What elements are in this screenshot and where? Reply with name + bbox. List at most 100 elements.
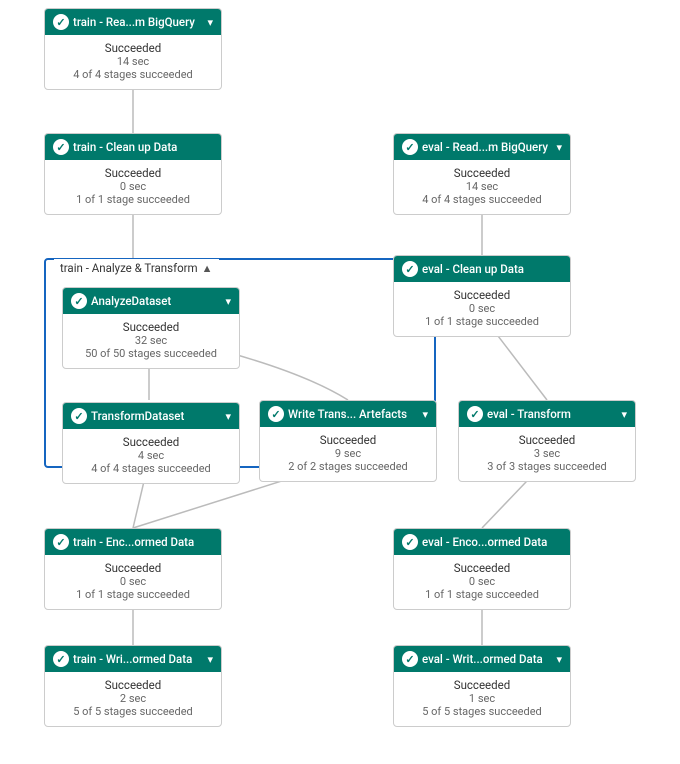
node-body: Succeeded 0 sec 1 of 1 stage succeeded: [394, 555, 570, 609]
node-train-read-bigquery[interactable]: ✓ train - Rea...m BigQuery ▾ Succeeded 1…: [44, 8, 222, 90]
node-stages: 1 of 1 stage succeeded: [402, 315, 562, 328]
node-eval-transform[interactable]: ✓ eval - Transform ▾ Succeeded 3 sec 3 o…: [458, 400, 636, 482]
node-eval-enc-data[interactable]: ✓ eval - Enco...ormed Data Succeeded 0 s…: [393, 528, 571, 610]
check-icon: ✓: [467, 406, 483, 422]
node-status: Succeeded: [53, 166, 213, 180]
node-body: Succeeded 0 sec 1 of 1 stage succeeded: [45, 160, 221, 214]
node-time: 1 sec: [402, 692, 562, 705]
node-stages: 4 of 4 stages succeeded: [71, 462, 231, 475]
node-header-eval-writ-data: ✓ eval - Writ...ormed Data ▾: [394, 646, 570, 672]
node-stages: 2 of 2 stages succeeded: [268, 460, 428, 473]
node-status: Succeeded: [402, 678, 562, 692]
node-time: 14 sec: [53, 55, 213, 68]
node-title: eval - Read...m BigQuery: [422, 140, 552, 154]
node-title: Write Trans... Artefacts: [288, 407, 418, 421]
node-body: Succeeded 2 sec 5 of 5 stages succeeded: [45, 672, 221, 726]
check-icon: ✓: [268, 406, 284, 422]
node-header-eval-cleanup: ✓ eval - Clean up Data: [394, 256, 570, 282]
node-status: Succeeded: [402, 561, 562, 575]
node-header-train-wri-data: ✓ train - Wri...ormed Data ▾: [45, 646, 221, 672]
chevron-down-icon[interactable]: ▾: [207, 653, 213, 666]
node-time: 4 sec: [71, 449, 231, 462]
node-title: eval - Enco...ormed Data: [422, 535, 562, 549]
node-stages: 5 of 5 stages succeeded: [402, 705, 562, 718]
node-stages: 3 of 3 stages succeeded: [467, 460, 627, 473]
node-time: 9 sec: [268, 447, 428, 460]
node-eval-cleanup[interactable]: ✓ eval - Clean up Data Succeeded 0 sec 1…: [393, 255, 571, 337]
check-icon: ✓: [71, 408, 87, 424]
node-title: eval - Clean up Data: [422, 262, 562, 276]
check-icon: ✓: [402, 139, 418, 155]
node-title: train - Enc...ormed Data: [73, 535, 213, 549]
check-icon: ✓: [53, 139, 69, 155]
node-body: Succeeded 0 sec 1 of 1 stage succeeded: [394, 282, 570, 336]
node-body: Succeeded 14 sec 4 of 4 stages succeeded: [394, 160, 570, 214]
check-icon: ✓: [53, 651, 69, 667]
node-title: eval - Transform: [487, 407, 617, 421]
node-time: 0 sec: [402, 302, 562, 315]
node-header-eval-enc-data: ✓ eval - Enco...ormed Data: [394, 529, 570, 555]
node-status: Succeeded: [467, 433, 627, 447]
group-label[interactable]: train - Analyze & Transform ▲: [54, 259, 219, 277]
node-time: 0 sec: [53, 180, 213, 193]
node-status: Succeeded: [53, 561, 213, 575]
node-body: Succeeded 3 sec 3 of 3 stages succeeded: [459, 427, 635, 481]
node-stages: 1 of 1 stage succeeded: [53, 193, 213, 206]
node-time: 32 sec: [71, 334, 231, 347]
chevron-down-icon[interactable]: ▾: [225, 295, 231, 308]
node-status: Succeeded: [71, 320, 231, 334]
node-title: train - Rea...m BigQuery: [73, 15, 203, 29]
node-status: Succeeded: [402, 166, 562, 180]
node-eval-read-bigquery[interactable]: ✓ eval - Read...m BigQuery ▾ Succeeded 1…: [393, 133, 571, 215]
node-train-wri-data[interactable]: ✓ train - Wri...ormed Data ▾ Succeeded 2…: [44, 645, 222, 727]
node-status: Succeeded: [53, 41, 213, 55]
node-header-train-cleanup: ✓ train - Clean up Data: [45, 134, 221, 160]
node-title: AnalyzeDataset: [91, 294, 221, 308]
node-header-train-enc-data: ✓ train - Enc...ormed Data: [45, 529, 221, 555]
node-body: Succeeded 1 sec 5 of 5 stages succeeded: [394, 672, 570, 726]
node-status: Succeeded: [71, 435, 231, 449]
node-status: Succeeded: [402, 288, 562, 302]
node-header-transform-dataset: ✓ TransformDataset ▾: [63, 403, 239, 429]
check-icon: ✓: [53, 534, 69, 550]
node-header-analyze-dataset: ✓ AnalyzeDataset ▾: [63, 288, 239, 314]
node-title: train - Clean up Data: [73, 140, 213, 154]
node-header-write-trans-artefacts: ✓ Write Trans... Artefacts ▾: [260, 401, 436, 427]
chevron-down-icon[interactable]: ▾: [225, 410, 231, 423]
node-transform-dataset[interactable]: ✓ TransformDataset ▾ Succeeded 4 sec 4 o…: [62, 402, 240, 484]
check-icon: ✓: [53, 14, 69, 30]
node-header-eval-transform: ✓ eval - Transform ▾: [459, 401, 635, 427]
chevron-down-icon[interactable]: ▾: [556, 141, 562, 154]
node-body: Succeeded 9 sec 2 of 2 stages succeeded: [260, 427, 436, 481]
node-train-cleanup[interactable]: ✓ train - Clean up Data Succeeded 0 sec …: [44, 133, 222, 215]
node-time: 0 sec: [402, 575, 562, 588]
check-icon: ✓: [402, 261, 418, 277]
node-eval-writ-data[interactable]: ✓ eval - Writ...ormed Data ▾ Succeeded 1…: [393, 645, 571, 727]
node-header-train-read-bigquery: ✓ train - Rea...m BigQuery ▾: [45, 9, 221, 35]
node-title: train - Wri...ormed Data: [73, 652, 203, 666]
node-body: Succeeded 4 sec 4 of 4 stages succeeded: [63, 429, 239, 483]
node-stages: 50 of 50 stages succeeded: [71, 347, 231, 360]
node-stages: 1 of 1 stage succeeded: [53, 588, 213, 601]
node-time: 2 sec: [53, 692, 213, 705]
node-write-trans-artefacts[interactable]: ✓ Write Trans... Artefacts ▾ Succeeded 9…: [259, 400, 437, 482]
chevron-down-icon[interactable]: ▾: [207, 16, 213, 29]
chevron-down-icon[interactable]: ▾: [621, 408, 627, 421]
node-title: eval - Writ...ormed Data: [422, 652, 552, 666]
node-stages: 1 of 1 stage succeeded: [402, 588, 562, 601]
chevron-down-icon[interactable]: ▾: [556, 653, 562, 666]
pipeline-canvas: ✓ train - Rea...m BigQuery ▾ Succeeded 1…: [0, 0, 680, 764]
node-header-eval-read-bigquery: ✓ eval - Read...m BigQuery ▾: [394, 134, 570, 160]
chevron-down-icon[interactable]: ▾: [422, 408, 428, 421]
node-time: 0 sec: [53, 575, 213, 588]
node-status: Succeeded: [53, 678, 213, 692]
group-label-text: train - Analyze & Transform: [60, 261, 198, 275]
check-icon: ✓: [402, 651, 418, 667]
node-analyze-dataset[interactable]: ✓ AnalyzeDataset ▾ Succeeded 32 sec 50 o…: [62, 287, 240, 369]
node-stages: 4 of 4 stages succeeded: [53, 68, 213, 81]
chevron-up-icon[interactable]: ▲: [202, 262, 213, 275]
node-body: Succeeded 0 sec 1 of 1 stage succeeded: [45, 555, 221, 609]
check-icon: ✓: [71, 293, 87, 309]
node-time: 14 sec: [402, 180, 562, 193]
node-train-enc-data[interactable]: ✓ train - Enc...ormed Data Succeeded 0 s…: [44, 528, 222, 610]
